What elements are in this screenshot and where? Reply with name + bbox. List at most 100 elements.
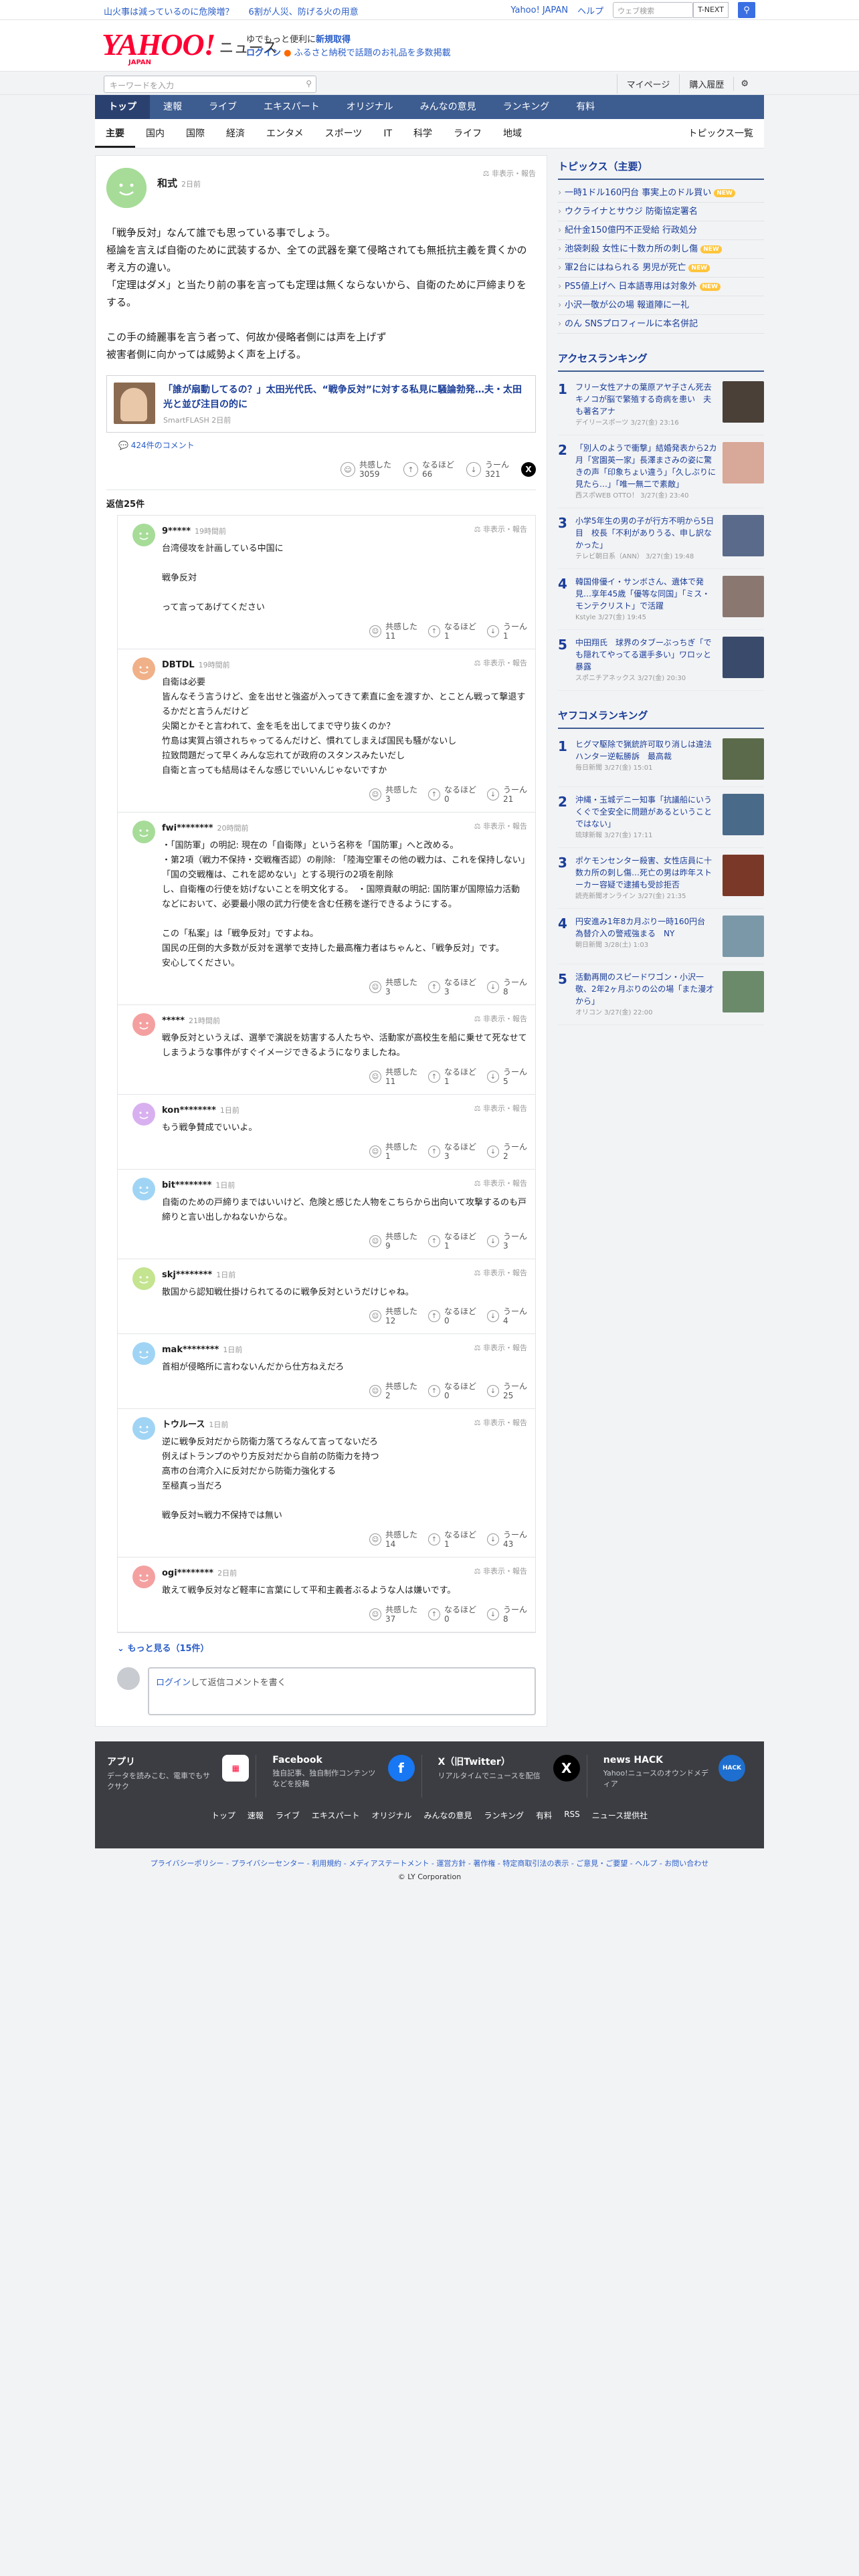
reply-author[interactable]: mak********	[162, 1345, 219, 1355]
footer-link[interactable]: みんなの意見	[424, 1810, 472, 1821]
footer-link[interactable]: ライブ	[276, 1810, 300, 1821]
naruhodo-button[interactable]: ↑ なるほど 0	[427, 1382, 476, 1400]
login-link[interactable]: ログイン	[246, 48, 281, 58]
hide-report-link[interactable]: ⚖ 非表示・報告	[474, 1103, 527, 1113]
topic-item[interactable]: PS5値上げへ 日本語専用は対象外NEW	[558, 278, 764, 296]
topic-item[interactable]: 紀什金150億円不正受給 行政処分	[558, 221, 764, 240]
naruhodo-button[interactable]: ↑ なるほど 1	[427, 1067, 476, 1086]
hide-report-link[interactable]: ⚖ 非表示・報告	[474, 1342, 527, 1353]
agree-button[interactable]: ☺ 共感した 1	[369, 1142, 417, 1161]
top-headline[interactable]: 6割が人災、防げる火の用意	[249, 7, 359, 17]
uun-button[interactable]: ↓ うーん 8	[486, 1605, 527, 1624]
category-economy[interactable]: 経済	[215, 119, 256, 148]
uun-button[interactable]: ↓ うーん 1	[486, 622, 527, 641]
reply-author[interactable]: トウルース	[162, 1420, 205, 1430]
nav-tab-expert[interactable]: エキスパート	[250, 95, 333, 119]
category-main[interactable]: 主要	[95, 119, 135, 148]
nav-tab-breaking[interactable]: 速報	[150, 95, 195, 119]
legal-links[interactable]: プライバシーポリシー - プライバシーセンター - 利用規約 - メディアステー…	[95, 1858, 764, 1868]
agree-button[interactable]: ☺ 共感した 12	[369, 1307, 417, 1325]
footer-link[interactable]: エキスパート	[312, 1810, 360, 1821]
show-more-button[interactable]: ⌄ もっと見る（15件）	[117, 1641, 536, 1654]
uun-button[interactable]: ↓ うーん 8	[486, 978, 527, 996]
category-life[interactable]: ライフ	[443, 119, 492, 148]
topic-item[interactable]: ウクライナとサウジ 防衛協定署名	[558, 203, 764, 221]
footer-link[interactable]: 有料	[536, 1810, 552, 1821]
footer-link[interactable]: オリジナル	[372, 1810, 412, 1821]
news-search-input[interactable]: キーワードを入力 ⚲	[104, 76, 316, 93]
naruhodo-button[interactable]: ↑ なるほど 1	[427, 1530, 476, 1549]
ranking-item[interactable]: 1 フリー女性アナの葉原アヤ子さん死去 キノコが脳で繁殖する奇病を患い 夫も著名…	[558, 374, 764, 435]
uun-button[interactable]: ↓ うーん 2	[486, 1142, 527, 1161]
uun-button[interactable]: ↓ うーん 321	[466, 460, 509, 479]
footer-link[interactable]: ランキング	[484, 1810, 524, 1821]
footer-card-facebook[interactable]: Facebook 独自記事、独自制作コンテンツなどを投稿 f	[272, 1755, 422, 1798]
hide-report-link[interactable]: ⚖ 非表示・報告	[474, 1178, 527, 1188]
agree-button[interactable]: ☺ 共感した 3	[369, 978, 417, 996]
ranking-item[interactable]: 5 活動再開のスピードワゴン・小沢一敬、2年2ヶ月ぶりの公の場「また漫才から」オ…	[558, 964, 764, 1025]
reply-author[interactable]: fwi********	[162, 823, 213, 833]
agree-button[interactable]: ☺ 共感した 3059	[340, 460, 391, 479]
comment-author[interactable]: 和式	[157, 177, 177, 189]
category-domestic[interactable]: 国内	[135, 119, 175, 148]
naruhodo-button[interactable]: ↑ なるほど 1	[427, 1232, 476, 1251]
topic-item[interactable]: のん SNSプロフィールに本名併記	[558, 315, 764, 334]
category-it[interactable]: IT	[373, 119, 403, 148]
reply-input[interactable]: ログインして返信コメントを書く	[148, 1667, 536, 1715]
ranking-item[interactable]: 3 小学5年生の男の子が行方不明から5日目 校長「不利がありうる、申し訳なかった…	[558, 508, 764, 569]
uun-button[interactable]: ↓ うーん 5	[486, 1067, 527, 1086]
topic-item[interactable]: 池袋刺殺 女性に十数カ所の刺し傷NEW	[558, 240, 764, 259]
nav-tab-paid[interactable]: 有料	[563, 95, 608, 119]
topic-item[interactable]: 小沢一敬が公の場 報道陣に一礼	[558, 296, 764, 315]
signup-link[interactable]: 新規取得	[316, 35, 351, 45]
furusato-link[interactable]: ふるさと納税で話題のお礼品を多数掲載	[294, 48, 451, 58]
hide-report-link[interactable]: ⚖ 非表示・報告	[474, 1267, 527, 1278]
uun-button[interactable]: ↓ うーん 3	[486, 1232, 527, 1251]
footer-card-app[interactable]: アプリ データを読みこむ、電車でもサクサク ▦	[107, 1755, 257, 1798]
ranking-item[interactable]: 3 ポケモンセンター殺害、女性店員に十数カ所の刺し傷…死亡の男は昨年ストーカー容…	[558, 848, 764, 909]
uun-button[interactable]: ↓ うーん 21	[486, 785, 527, 804]
nav-tab-original[interactable]: オリジナル	[333, 95, 407, 119]
top-headline[interactable]: 山火事は減っているのに危険増？	[104, 7, 233, 17]
ranking-item[interactable]: 4 韓国俳優イ・サンボさん、遺体で発見…享年45歳「優等な同国」「ミス・モンテク…	[558, 569, 764, 630]
ranking-item[interactable]: 4 円安進み1年8カ月ぶり一時160円台 為替介入の警戒強まる NY 朝日新聞 3…	[558, 909, 764, 964]
category-sports[interactable]: スポーツ	[314, 119, 373, 148]
hide-report-link[interactable]: ⚖ 非表示・報告	[474, 821, 527, 831]
nav-tab-opinions[interactable]: みんなの意見	[407, 95, 490, 119]
reply-author[interactable]: kon********	[162, 1105, 216, 1115]
uun-button[interactable]: ↓ うーん 43	[486, 1530, 527, 1549]
nav-tab-ranking[interactable]: ランキング	[490, 95, 563, 119]
naruhodo-button[interactable]: ↑ なるほど 0	[427, 1605, 476, 1624]
article-title[interactable]: 「誰が扇動してるの？」太田光代氏、“戦争反対”に対する私見に騒論勃発…夫・太田光…	[163, 383, 529, 412]
hide-report-link[interactable]: ⚖ 非表示・報告	[483, 168, 536, 179]
ranking-item[interactable]: 2 「別人のようで衝撃」結婚発表から2カ月「宮園英一家」長澤まさみの姿に驚きの声…	[558, 435, 764, 508]
hide-report-link[interactable]: ⚖ 非表示・報告	[474, 1013, 527, 1024]
hide-report-link[interactable]: ⚖ 非表示・報告	[474, 1417, 527, 1428]
naruhodo-button[interactable]: ↑ なるほど 66	[403, 460, 454, 479]
category-entertainment[interactable]: エンタメ	[256, 119, 314, 148]
reply-author[interactable]: bit********	[162, 1180, 211, 1190]
naruhodo-button[interactable]: ↑ なるほど 0	[427, 1307, 476, 1325]
reply-author[interactable]: skj********	[162, 1270, 212, 1280]
reply-author[interactable]: DBTDL	[162, 660, 195, 670]
footer-link[interactable]: 速報	[248, 1810, 264, 1821]
tnext-button[interactable]: T-NEXT	[693, 2, 729, 18]
uun-button[interactable]: ↓ うーん 25	[486, 1382, 527, 1400]
nav-tab-live[interactable]: ライブ	[195, 95, 250, 119]
footer-card-newshack[interactable]: news HACK Yahoo!ニュースのオウンドメディア HACK	[603, 1755, 752, 1798]
agree-button[interactable]: ☺ 共感した 14	[369, 1530, 417, 1549]
yahoo-japan-link[interactable]: Yahoo! JAPAN	[510, 5, 568, 15]
footer-card-x[interactable]: X（旧Twitter） リアルタイムでニュースを配信 X	[438, 1755, 587, 1798]
naruhodo-button[interactable]: ↑ なるほど 0	[427, 785, 476, 804]
nav-tab-top[interactable]: トップ	[95, 95, 150, 119]
agree-button[interactable]: ☺ 共感した 11	[369, 622, 417, 641]
footer-link[interactable]: ニュース提供社	[592, 1810, 648, 1821]
agree-button[interactable]: ☺ 共感した 9	[369, 1232, 417, 1251]
linked-article-card[interactable]: 「誰が扇動してるの？」太田光代氏、“戦争反対”に対する私見に騒論勃発…夫・太田光…	[106, 375, 536, 433]
web-search-input[interactable]: ウェブ検索	[613, 2, 694, 18]
category-local[interactable]: 地域	[492, 119, 533, 148]
ranking-item[interactable]: 1 ヒグマ駆除で猟銃許可取り消しは違法 ハンター逆転勝訴 最高裁 毎日新聞 3/2…	[558, 732, 764, 787]
reply-author[interactable]: *****	[162, 1016, 185, 1026]
category-world[interactable]: 国際	[175, 119, 215, 148]
x-share-icon[interactable]: X	[521, 462, 536, 477]
